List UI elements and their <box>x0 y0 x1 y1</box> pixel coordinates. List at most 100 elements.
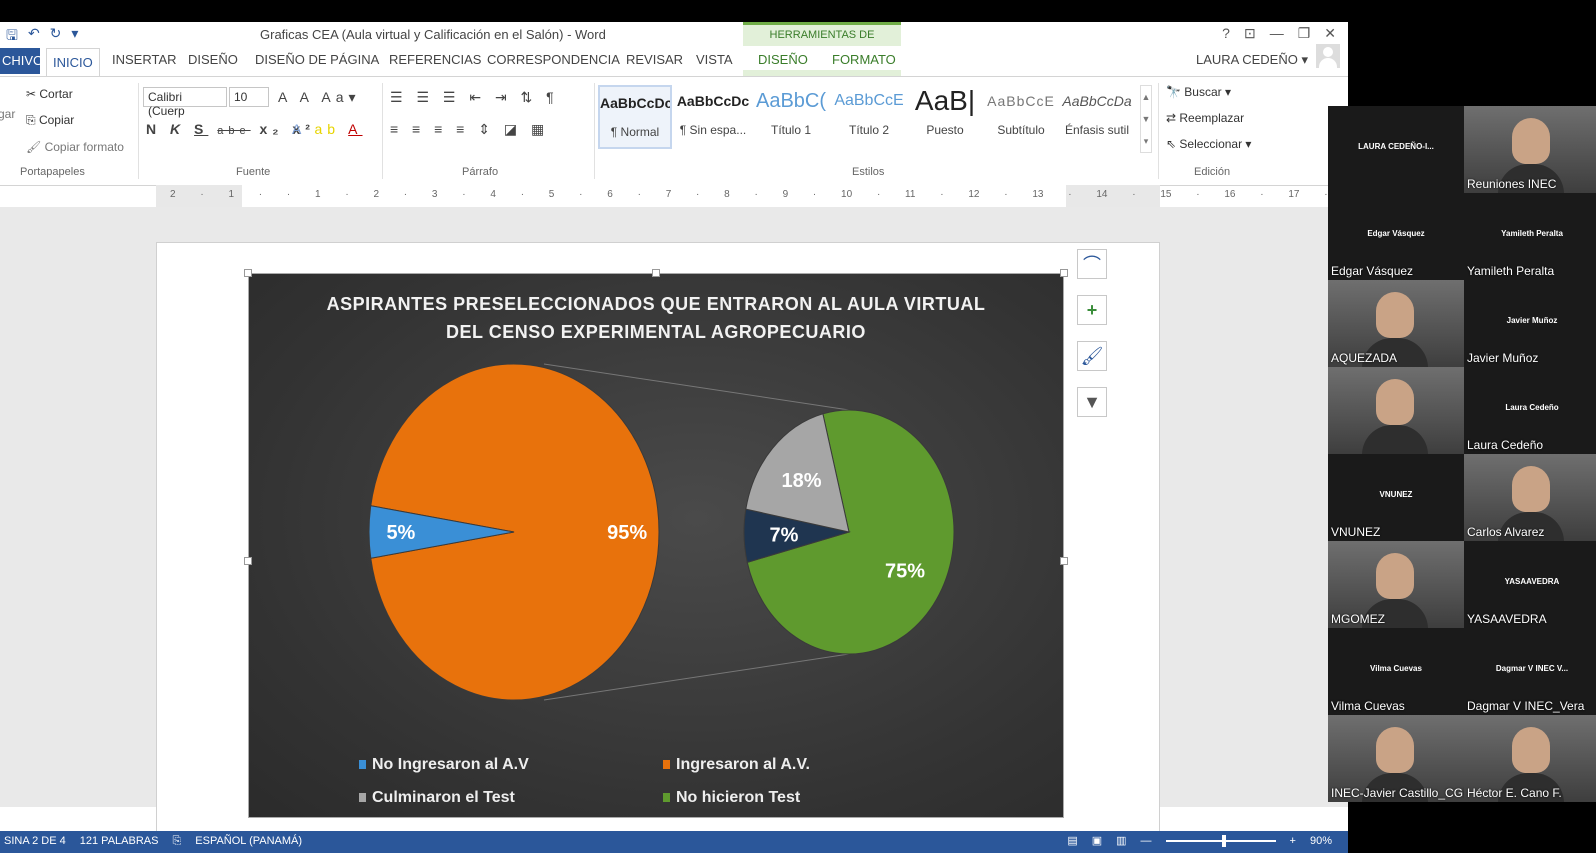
style-puesto[interactable]: AaB| Puesto <box>908 85 982 149</box>
language-indicator[interactable]: ESPAÑOL (PANAMÁ) <box>195 835 302 848</box>
participant-name: Vilma Cuevas <box>1331 699 1405 713</box>
tab-referencias[interactable]: REFERENCIAS <box>389 52 481 67</box>
primary-pie-data-label: 5% <box>386 522 415 544</box>
tab-vista[interactable]: VISTA <box>696 52 733 67</box>
participant-video <box>1376 727 1414 773</box>
participant-tile[interactable]: Vilma Cuevas Vilma Cuevas <box>1328 628 1464 715</box>
print-layout-icon[interactable]: ▣ <box>1092 834 1102 847</box>
help-button[interactable]: ? <box>1222 25 1230 42</box>
minimize-button[interactable]: — <box>1270 25 1284 42</box>
user-avatar[interactable] <box>1316 44 1340 68</box>
tab-file[interactable]: CHIVO <box>0 48 43 74</box>
participant-tile[interactable]: YASAAVEDRA YASAAVEDRA <box>1464 541 1596 628</box>
font-name-select[interactable]: Calibri (Cuerp <box>143 87 227 118</box>
ribbon-display-button[interactable]: ⊡ <box>1244 25 1256 42</box>
participant-tile[interactable]: AQUEZADA <box>1328 280 1464 367</box>
font-size-buttons[interactable]: A A Aa▾ <box>278 89 361 106</box>
participant-tile[interactable]: VNUNEZ VNUNEZ <box>1328 454 1464 541</box>
style-normal[interactable]: AaBbCcDc ¶ Normal <box>598 85 672 149</box>
web-layout-icon[interactable]: ▥ <box>1116 834 1126 847</box>
legend-item: No Ingresaron al A.V <box>359 756 529 774</box>
copy-button[interactable]: ⎘ Copiar <box>26 113 74 128</box>
subscript-button[interactable]: x₂ <box>260 121 284 137</box>
participant-tile[interactable]: Laura Cedeño Laura Cedeño <box>1464 367 1596 454</box>
bold-button[interactable]: N <box>146 121 161 137</box>
participant-tile[interactable]: Carlos Alvarez <box>1464 454 1596 541</box>
participant-center-name: Edgar Vásquez <box>1367 229 1425 238</box>
proofing-icon[interactable]: ⎘ <box>172 835 181 848</box>
style-subtitulo[interactable]: AaBbCcE Subtítulo <box>984 85 1058 149</box>
close-button[interactable]: ✕ <box>1324 25 1336 42</box>
tab-diseno[interactable]: DISEÑO <box>188 52 238 67</box>
participant-tile[interactable]: MGOMEZ <box>1328 541 1464 628</box>
participant-tile[interactable] <box>1328 367 1464 454</box>
underline-button[interactable]: S <box>194 121 208 137</box>
style-titulo-2[interactable]: AaBbCcE Título 2 <box>832 85 906 149</box>
style-titulo-1[interactable]: AaBbC( Título 1 <box>754 85 828 149</box>
zoom-out-button[interactable]: — <box>1141 835 1152 847</box>
word-count[interactable]: 121 PALABRAS <box>80 835 159 848</box>
participant-center-name: Dagmar V INEC V... <box>1495 664 1569 673</box>
user-name[interactable]: LAURA CEDEÑO ▾ <box>1196 52 1308 68</box>
resize-handle[interactable] <box>244 269 252 277</box>
font-color-buttons[interactable]: A ab A <box>292 121 363 137</box>
participant-name: Yamileth Peralta <box>1467 264 1555 278</box>
restore-button[interactable]: ❐ <box>1298 25 1311 42</box>
italic-button[interactable]: K <box>170 121 185 137</box>
cut-button[interactable]: ✂ Cortar <box>26 87 73 101</box>
participant-name: Laura Cedeño <box>1467 438 1544 452</box>
zoom-in-button[interactable]: + <box>1290 835 1296 847</box>
tab-diseno-pagina[interactable]: DISEÑO DE PÁGINA <box>255 52 379 67</box>
binoculars-icon: 🔭 <box>1166 85 1185 99</box>
page-counter[interactable]: SINA 2 DE 4 <box>4 835 66 848</box>
participant-name: Edgar Vásquez <box>1331 264 1414 278</box>
styles-scroll[interactable]: ▲ ▼ ▾ <box>1140 85 1152 153</box>
layout-options-icon[interactable]: ⌒ <box>1077 249 1107 279</box>
chart-styles-icon[interactable]: 🖌 <box>1077 341 1107 371</box>
zoom-slider-thumb[interactable] <box>1221 834 1226 847</box>
tab-revisar[interactable]: REVISAR <box>626 52 683 67</box>
participant-tile[interactable]: LAURA CEDEÑO-I... <box>1328 106 1464 193</box>
participant-tile[interactable]: Yamileth Peralta Yamileth Peralta <box>1464 193 1596 280</box>
title-bar: 🖫 ↶ ↻ ▾ Graficas CEA (Aula virtual y Cal… <box>0 22 1348 62</box>
group-label-portapapeles: Portapapeles <box>20 166 85 178</box>
participant-tile[interactable]: Javier Muñoz Javier Muñoz <box>1464 280 1596 367</box>
participant-tile[interactable]: Reuniones INEC <box>1464 106 1596 193</box>
style-name: ¶ Sin espa... <box>679 123 747 137</box>
replace-button[interactable]: ⇄ Reemplazar <box>1166 111 1244 125</box>
chart-filter-icon[interactable]: ▼ <box>1077 387 1107 417</box>
participant-tile[interactable]: Edgar Vásquez Edgar Vásquez <box>1328 193 1464 280</box>
resize-handle[interactable] <box>1060 557 1068 565</box>
zoom-slider[interactable] <box>1165 834 1276 847</box>
participant-center-name: VNUNEZ <box>1379 490 1413 499</box>
zoom-level[interactable]: 90% <box>1310 835 1332 847</box>
tab-chart-diseno[interactable]: DISEÑO <box>758 52 808 67</box>
select-button[interactable]: ⇖ Seleccionar ▾ <box>1166 137 1251 151</box>
chart-elements-icon[interactable]: + <box>1077 295 1107 325</box>
paste-button[interactable]: gar <box>0 107 15 121</box>
tab-insertar[interactable]: INSERTAR <box>112 52 177 67</box>
participant-tile[interactable]: Héctor E. Cano F. <box>1464 715 1596 802</box>
tab-correspondencia[interactable]: CORRESPONDENCIA <box>487 52 620 67</box>
participant-tile[interactable]: Dagmar V INEC V... Dagmar V INEC_Vera <box>1464 628 1596 715</box>
participant-video <box>1376 553 1414 599</box>
resize-handle[interactable] <box>244 557 252 565</box>
tab-inicio[interactable]: INICIO <box>46 48 100 76</box>
pie-chart[interactable]: 95% 5% 75% 7% 18% ASPIRANTES PRESELECCIONADO… <box>248 273 1064 818</box>
read-mode-icon[interactable]: ▤ <box>1067 834 1077 847</box>
style-enfasis-sutil[interactable]: AaBbCcDa Énfasis sutil <box>1060 85 1134 149</box>
find-button[interactable]: 🔭 Buscar ▾ <box>1166 85 1231 99</box>
horizontal-ruler[interactable]: 2 · 1 · · 1 · 2 · 3 · 4 · 5 · 6 · 7 · 8 … <box>156 185 1348 207</box>
resize-handle[interactable] <box>652 269 660 277</box>
resize-handle[interactable] <box>1060 269 1068 277</box>
participant-tile[interactable]: INEC-Javier Castillo_CGR <box>1328 715 1464 802</box>
strikethrough-button[interactable]: abe <box>217 125 250 137</box>
font-size-select[interactable]: 10 <box>229 87 269 107</box>
document-canvas: 95% 5% 75% 7% 18% ASPIRANTES PRESELECCIONADO… <box>0 207 1348 842</box>
style-sin-espaciado[interactable]: AaBbCcDc ¶ Sin espa... <box>676 85 750 149</box>
list-buttons[interactable]: ☰ ☰ ☰ ⇤ ⇥ ⇅ ¶ <box>390 89 559 106</box>
format-painter-button[interactable]: 🖌 Copiar formato <box>26 140 124 154</box>
status-bar: SINA 2 DE 4 121 PALABRAS ⎘ ESPAÑOL (PANA… <box>0 831 1348 853</box>
align-buttons[interactable]: ≡ ≡ ≡ ≡ ⇕ ◪ ▦ <box>390 121 549 138</box>
tab-chart-formato[interactable]: FORMATO <box>832 52 896 67</box>
